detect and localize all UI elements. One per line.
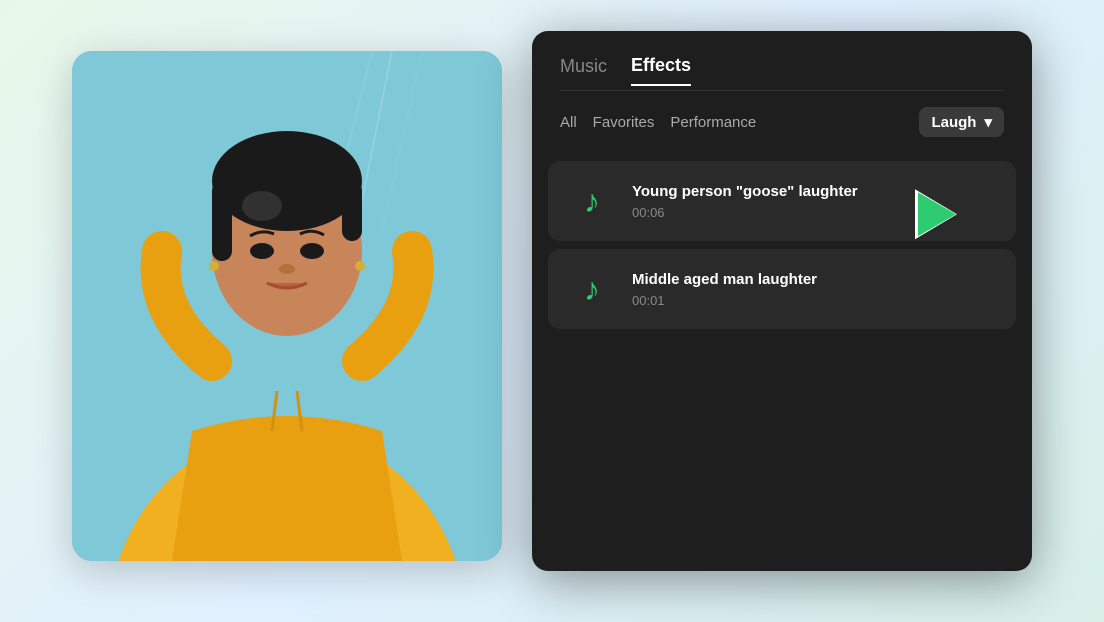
music-note-glyph-2: ♪: [584, 271, 600, 308]
photo-placeholder: [72, 51, 502, 561]
sound-info-2: Middle aged man laughter 00:01: [632, 270, 996, 309]
main-container: Music Effects All Favorites Performance …: [72, 31, 1032, 591]
dropdown-label: Laugh: [931, 114, 976, 131]
filter-dropdown-laugh[interactable]: Laugh ▾: [919, 107, 1004, 137]
filter-row: All Favorites Performance Laugh ▾: [532, 91, 1032, 153]
play-arrow-1[interactable]: [918, 192, 956, 236]
sound-item-1[interactable]: ♪ Young person "goose" laughter 00:06: [548, 161, 1016, 241]
sounds-list: ♪ Young person "goose" laughter 00:06: [532, 153, 1032, 571]
tab-effects[interactable]: Effects: [631, 55, 691, 86]
person-illustration: [72, 51, 502, 561]
sound-item-2[interactable]: ♪ Middle aged man laughter 00:01: [548, 249, 1016, 329]
play-arrow-wrapper: [918, 192, 956, 236]
filter-favorites[interactable]: Favorites: [593, 110, 655, 135]
music-note-icon-2: ♪: [568, 265, 616, 313]
play-arrow-inner: [918, 192, 956, 236]
tab-bar: Music Effects: [532, 31, 1032, 86]
filter-all[interactable]: All: [560, 110, 577, 135]
music-note-icon-1: ♪: [568, 177, 616, 225]
sound-duration-2: 00:01: [632, 293, 996, 308]
effects-panel: Music Effects All Favorites Performance …: [532, 31, 1032, 571]
filter-performance[interactable]: Performance: [670, 110, 756, 135]
sound-title-2: Middle aged man laughter: [632, 270, 996, 290]
tab-music[interactable]: Music: [560, 56, 607, 85]
photo-card: [72, 51, 502, 561]
chevron-down-icon: ▾: [984, 113, 992, 131]
music-note-glyph-1: ♪: [584, 183, 600, 220]
